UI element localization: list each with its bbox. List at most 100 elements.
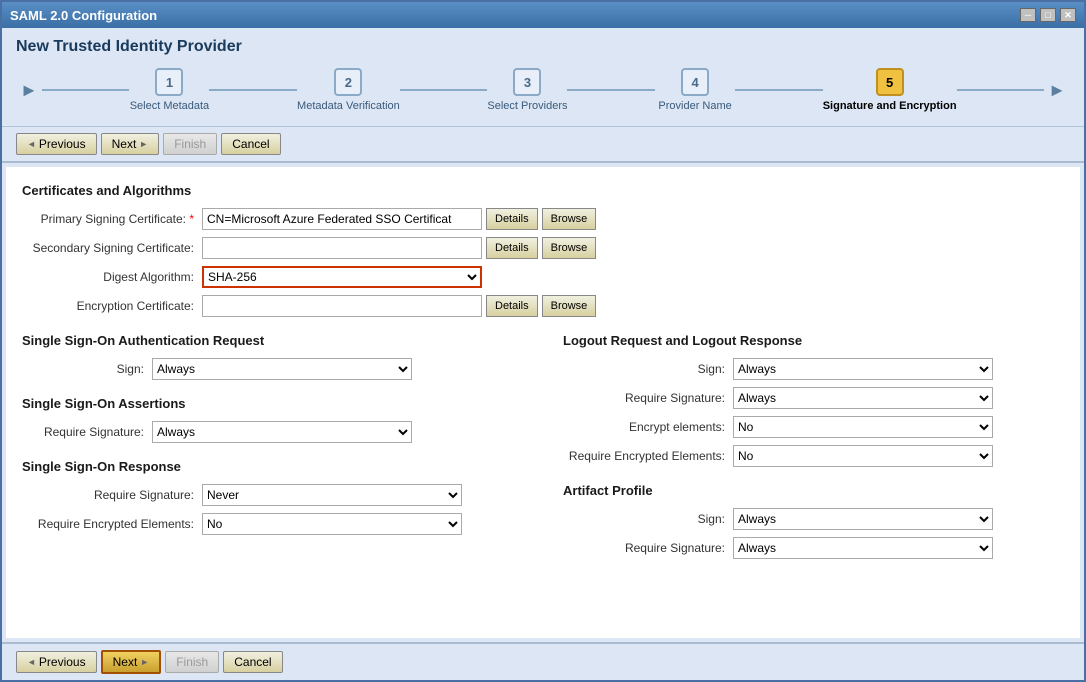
- primary-details-button[interactable]: Details: [486, 208, 538, 230]
- cancel-button-bottom[interactable]: Cancel: [223, 651, 282, 673]
- encryption-browse-button[interactable]: Browse: [542, 295, 597, 317]
- logout-section: Logout Request and Logout Response Sign:…: [563, 333, 1064, 467]
- wizard-line-1: [209, 89, 297, 91]
- sso-assertions-sig-row: Require Signature: Always Never Optional: [22, 421, 523, 443]
- sso-response-sig-label: Require Signature:: [22, 488, 202, 502]
- secondary-details-button[interactable]: Details: [486, 237, 538, 259]
- encryption-cert-input[interactable]: [202, 295, 482, 317]
- main-content: Certificates and Algorithms Primary Sign…: [6, 167, 1080, 638]
- logout-require-encrypted-row: Require Encrypted Elements: No Yes: [563, 445, 1064, 467]
- required-indicator: *: [189, 212, 194, 226]
- logout-sign-label: Sign:: [563, 362, 733, 376]
- next-button-top[interactable]: Next: [101, 133, 160, 155]
- finish-button-bottom[interactable]: Finish: [165, 651, 219, 673]
- sso-assertions-sig-label: Require Signature:: [22, 425, 152, 439]
- sso-response-encrypted-row: Require Encrypted Elements: No Yes: [22, 513, 523, 535]
- wizard-start-arrow: ►: [20, 80, 38, 101]
- content-area: New Trusted Identity Provider ► 1 Select…: [2, 28, 1084, 680]
- logout-require-sig-label: Require Signature:: [563, 391, 733, 405]
- step-4-label: Provider Name: [658, 100, 731, 112]
- sso-response-form: Require Signature: Never Always Optional…: [22, 484, 523, 535]
- step-3-circle: 3: [513, 68, 541, 96]
- artifact-sign-label: Sign:: [563, 512, 733, 526]
- wizard-line-5: [957, 89, 1045, 91]
- sso-auth-section: Single Sign-On Authentication Request Si…: [22, 333, 523, 380]
- next-button-bottom[interactable]: Next: [101, 650, 162, 674]
- sso-assertions-title: Single Sign-On Assertions: [22, 396, 523, 411]
- right-column: Logout Request and Logout Response Sign:…: [563, 333, 1064, 559]
- sso-auth-sign-select[interactable]: Always Never Optional: [152, 358, 412, 380]
- step-1-label: Select Metadata: [130, 100, 210, 112]
- step-1: 1 Select Metadata: [129, 68, 209, 112]
- digest-algorithm-select[interactable]: SHA-256 SHA-1: [202, 266, 482, 288]
- finish-button-top[interactable]: Finish: [163, 133, 217, 155]
- top-toolbar: Previous Next Finish Cancel: [2, 127, 1084, 163]
- title-bar: SAML 2.0 Configuration ─ □ ✕: [2, 2, 1084, 28]
- window-title: SAML 2.0 Configuration: [10, 8, 157, 23]
- artifact-require-sig-select[interactable]: Always Never Optional: [733, 537, 993, 559]
- logout-form: Sign: Always Never Optional Require Sign…: [563, 358, 1064, 467]
- logout-require-encrypted-select[interactable]: No Yes: [733, 445, 993, 467]
- wizard-line-2: [400, 89, 488, 91]
- encryption-cert-row: Encryption Certificate: Details Browse: [22, 295, 1064, 317]
- logout-require-encrypted-label: Require Encrypted Elements:: [563, 449, 733, 463]
- sso-assertions-sig-select[interactable]: Always Never Optional: [152, 421, 412, 443]
- step-2-circle: 2: [334, 68, 362, 96]
- minimize-button[interactable]: ─: [1020, 8, 1036, 22]
- sso-response-sig-row: Require Signature: Never Always Optional: [22, 484, 523, 506]
- certificates-section: Certificates and Algorithms Primary Sign…: [22, 183, 1064, 317]
- encryption-details-button[interactable]: Details: [486, 295, 538, 317]
- step-4: 4 Provider Name: [655, 68, 735, 112]
- step-5-circle: 5: [876, 68, 904, 96]
- secondary-signing-label: Secondary Signing Certificate:: [22, 241, 202, 255]
- primary-browse-button[interactable]: Browse: [542, 208, 597, 230]
- logout-encrypt-label: Encrypt elements:: [563, 420, 733, 434]
- logout-encrypt-row: Encrypt elements: No Yes: [563, 416, 1064, 438]
- wizard-line-4: [735, 89, 823, 91]
- previous-button-bottom[interactable]: Previous: [16, 651, 97, 673]
- step-3: 3 Select Providers: [487, 68, 567, 112]
- sso-auth-sign-row: Sign: Always Never Optional: [22, 358, 523, 380]
- step-4-circle: 4: [681, 68, 709, 96]
- logout-sign-row: Sign: Always Never Optional: [563, 358, 1064, 380]
- artifact-form: Sign: Always Never Optional Require Sign…: [563, 508, 1064, 559]
- digest-algorithm-label: Digest Algorithm:: [22, 270, 202, 284]
- step-2-label: Metadata Verification: [297, 100, 400, 112]
- bottom-toolbar: Previous Next Finish Cancel: [2, 642, 1084, 680]
- previous-button-top[interactable]: Previous: [16, 133, 97, 155]
- close-button[interactable]: ✕: [1060, 8, 1076, 22]
- certificates-section-title: Certificates and Algorithms: [22, 183, 1064, 198]
- secondary-browse-button[interactable]: Browse: [542, 237, 597, 259]
- primary-signing-row: Primary Signing Certificate: * Details B…: [22, 208, 1064, 230]
- main-window: SAML 2.0 Configuration ─ □ ✕ New Trusted…: [0, 0, 1086, 682]
- sso-response-encrypted-select[interactable]: No Yes: [202, 513, 462, 535]
- step-5: 5 Signature and Encryption: [823, 68, 957, 112]
- certificates-form: Primary Signing Certificate: * Details B…: [22, 208, 1064, 317]
- logout-encrypt-select[interactable]: No Yes: [733, 416, 993, 438]
- artifact-section: Artifact Profile Sign: Always Never Opti…: [563, 483, 1064, 559]
- encryption-cert-label: Encryption Certificate:: [22, 299, 202, 313]
- sso-assertions-section: Single Sign-On Assertions Require Signat…: [22, 396, 523, 443]
- logout-title: Logout Request and Logout Response: [563, 333, 1064, 348]
- sso-auth-title: Single Sign-On Authentication Request: [22, 333, 523, 348]
- wizard-end-arrow: ►: [1048, 80, 1066, 101]
- maximize-button[interactable]: □: [1040, 8, 1056, 22]
- logout-sign-select[interactable]: Always Never Optional: [733, 358, 993, 380]
- artifact-sign-row: Sign: Always Never Optional: [563, 508, 1064, 530]
- page-title: New Trusted Identity Provider: [16, 38, 1070, 56]
- logout-require-sig-select[interactable]: Always Never Optional: [733, 387, 993, 409]
- wizard-line-0: [42, 89, 130, 91]
- title-bar-controls: ─ □ ✕: [1020, 8, 1076, 22]
- two-column-section: Single Sign-On Authentication Request Si…: [22, 333, 1064, 559]
- secondary-signing-input[interactable]: [202, 237, 482, 259]
- sso-response-encrypted-label: Require Encrypted Elements:: [22, 517, 202, 531]
- wizard-line-3: [567, 89, 655, 91]
- artifact-sign-select[interactable]: Always Never Optional: [733, 508, 993, 530]
- step-1-circle: 1: [155, 68, 183, 96]
- logout-require-sig-row: Require Signature: Always Never Optional: [563, 387, 1064, 409]
- cancel-button-top[interactable]: Cancel: [221, 133, 280, 155]
- primary-signing-input[interactable]: [202, 208, 482, 230]
- sso-auth-sign-label: Sign:: [22, 362, 152, 376]
- secondary-signing-row: Secondary Signing Certificate: Details B…: [22, 237, 1064, 259]
- sso-response-sig-select[interactable]: Never Always Optional: [202, 484, 462, 506]
